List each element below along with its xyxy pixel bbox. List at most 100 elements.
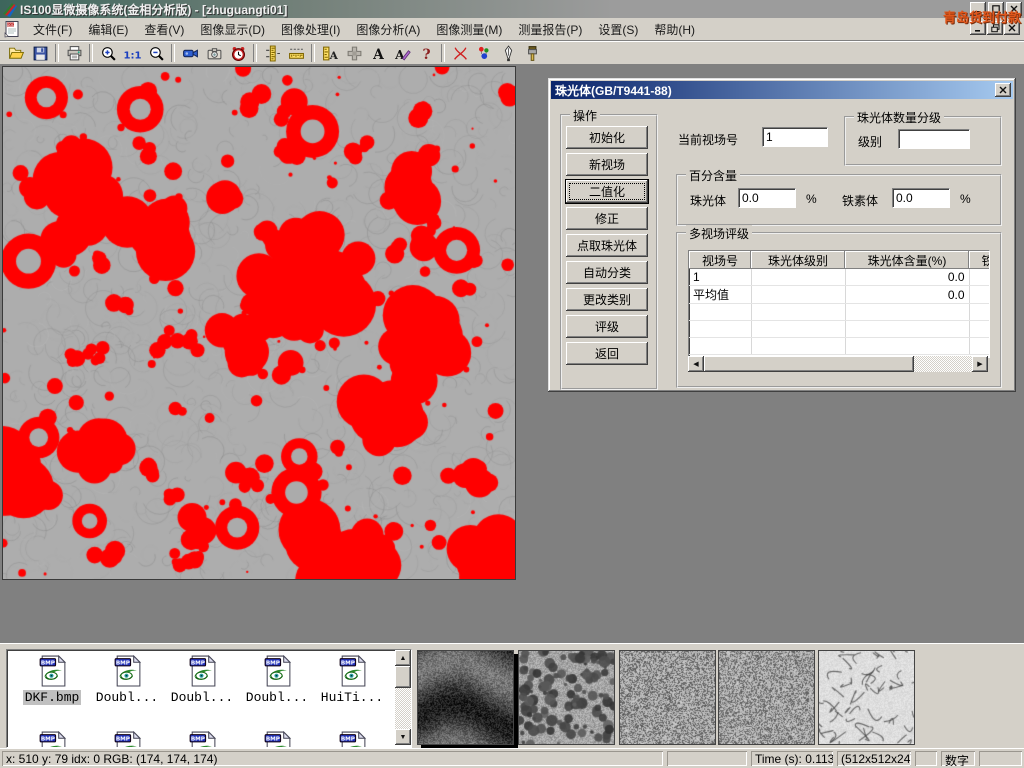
percent-group: 百分含量 珠光体 0.0 % 铁素体 0.0 % bbox=[676, 174, 1002, 226]
open-folder-button[interactable] bbox=[4, 42, 28, 64]
file-item-partial[interactable]: BMP bbox=[315, 730, 389, 748]
ferrite-percent-input[interactable]: 0.0 bbox=[892, 188, 950, 208]
file-item[interactable]: BMPDKF.bmp bbox=[15, 654, 89, 705]
scrollbar-track[interactable] bbox=[914, 356, 972, 372]
grid-cross-icon bbox=[346, 45, 363, 62]
rate-button[interactable]: 评级 bbox=[566, 315, 648, 338]
curve-cut-button[interactable] bbox=[448, 42, 472, 64]
svg-text:BMP: BMP bbox=[265, 736, 279, 742]
table-header[interactable]: 铁素体含量(%) bbox=[969, 251, 990, 269]
menu-item-measure-report[interactable]: 测量报告(P) bbox=[510, 19, 590, 40]
zoom-in-button[interactable] bbox=[96, 42, 120, 64]
photo-camera-button[interactable] bbox=[202, 42, 226, 64]
video-camera-button[interactable] bbox=[178, 42, 202, 64]
menu-item-settings[interactable]: 设置(S) bbox=[590, 19, 646, 40]
brush-tool-button[interactable] bbox=[520, 42, 544, 64]
file-list-vscrollbar[interactable]: ▲ ▼ bbox=[395, 650, 411, 745]
table-row[interactable]: 10.0 bbox=[689, 269, 990, 286]
pick-pearlite-button[interactable]: 点取珠光体 bbox=[566, 234, 648, 257]
menu-item-view[interactable]: 查看(V) bbox=[136, 19, 192, 40]
vertical-caliper-button[interactable] bbox=[260, 42, 284, 64]
thumbnail-2[interactable] bbox=[518, 650, 615, 745]
measure-text-button[interactable]: A bbox=[318, 42, 342, 64]
auto-classify-button[interactable]: 自动分类 bbox=[566, 261, 648, 284]
file-name[interactable]: Doubl... bbox=[169, 690, 235, 705]
file-item-partial[interactable]: BMP bbox=[165, 730, 239, 748]
table-hscrollbar[interactable]: ◀ ▶ bbox=[688, 356, 988, 372]
file-item[interactable]: BMPHuiTi... bbox=[315, 654, 389, 705]
status-mode: 数字 bbox=[941, 751, 975, 766]
pearlite-percent-input[interactable]: 0.0 bbox=[738, 188, 796, 208]
bmp-file-icon: BMP bbox=[261, 730, 294, 748]
initialize-button[interactable]: 初始化 bbox=[566, 126, 648, 149]
table-header[interactable]: 珠光体含量(%) bbox=[845, 251, 969, 269]
multiview-group: 多视场评级 视场号珠光体级别珠光体含量(%)铁素体含量(%)10.0平均值0.0… bbox=[676, 232, 1002, 388]
multiview-table[interactable]: 视场号珠光体级别珠光体含量(%)铁素体含量(%)10.0平均值0.0 bbox=[688, 250, 990, 358]
svg-text:BMP: BMP bbox=[265, 660, 279, 666]
table-header[interactable]: 视场号 bbox=[689, 251, 751, 269]
color-dots-button[interactable] bbox=[472, 42, 496, 64]
operations-group-label: 操作 bbox=[570, 107, 600, 124]
scroll-left-button[interactable]: ◀ bbox=[688, 356, 704, 372]
menu-item-help[interactable]: 帮助(H) bbox=[646, 19, 703, 40]
menu-item-file[interactable]: 文件(F) bbox=[25, 19, 80, 40]
metallographic-image-binarized[interactable] bbox=[2, 66, 516, 580]
bottom-panel: ▲ ▼ BMPDKF.bmpBMPDoubl...BMPDoubl...BMPD… bbox=[0, 643, 1024, 749]
title-bar: IS100显微摄像系统(金相分析版) - [zhuguangti01] bbox=[0, 0, 1024, 18]
file-name[interactable]: Doubl... bbox=[244, 690, 310, 705]
menu-item-image-analysis[interactable]: 图像分析(A) bbox=[348, 19, 428, 40]
scroll-right-button[interactable]: ▶ bbox=[972, 356, 988, 372]
file-name[interactable]: DKF.bmp bbox=[23, 690, 82, 705]
file-item[interactable]: BMP Doubl... bbox=[90, 654, 164, 705]
scrollbar-thumb[interactable] bbox=[395, 666, 411, 688]
bmp-file-icon: BMP bbox=[186, 654, 219, 687]
file-item[interactable]: BMP Doubl... bbox=[240, 654, 314, 705]
table-row[interactable]: 平均值0.0 bbox=[689, 286, 990, 304]
file-item[interactable]: BMP Doubl... bbox=[165, 654, 239, 705]
file-name[interactable]: HuiTi... bbox=[319, 690, 385, 705]
help-button[interactable]: ? bbox=[414, 42, 438, 64]
dialog-close-button[interactable] bbox=[995, 83, 1011, 97]
correct-button[interactable]: 修正 bbox=[566, 207, 648, 230]
save-button[interactable] bbox=[28, 42, 52, 64]
scroll-up-button[interactable]: ▲ bbox=[395, 650, 411, 666]
scrollbar-thumb[interactable] bbox=[704, 356, 914, 372]
file-name[interactable]: Doubl... bbox=[94, 690, 160, 705]
thumbnail-4[interactable] bbox=[718, 650, 815, 745]
menu-item-image-display[interactable]: 图像显示(D) bbox=[192, 19, 273, 40]
change-class-button[interactable]: 更改类别 bbox=[566, 288, 648, 311]
actual-size-button[interactable]: 1:1 bbox=[120, 42, 144, 64]
thumbnail-1[interactable] bbox=[417, 650, 514, 745]
thumbnail-5[interactable] bbox=[818, 650, 915, 745]
grid-cross-button[interactable] bbox=[342, 42, 366, 64]
svg-text:1:1: 1:1 bbox=[124, 50, 141, 61]
scroll-down-button[interactable]: ▼ bbox=[395, 729, 411, 745]
file-item-partial[interactable]: BMP bbox=[15, 730, 89, 748]
table-row[interactable] bbox=[689, 304, 990, 321]
print-button[interactable] bbox=[62, 42, 86, 64]
return-button[interactable]: 返回 bbox=[566, 342, 648, 365]
dialog-title-bar[interactable]: 珠光体(GB/T9441-88) bbox=[551, 81, 1013, 99]
table-header[interactable]: 珠光体级别 bbox=[751, 251, 845, 269]
annotate-text-button[interactable]: A bbox=[390, 42, 414, 64]
table-row[interactable] bbox=[689, 338, 990, 355]
zoom-out-button[interactable] bbox=[144, 42, 168, 64]
grade-input[interactable] bbox=[898, 129, 970, 149]
thumbnail-3[interactable] bbox=[619, 650, 716, 745]
menu-item-image-process[interactable]: 图像处理(I) bbox=[273, 19, 348, 40]
svg-text:BMP: BMP bbox=[40, 736, 54, 742]
menu-item-image-measure[interactable]: 图像测量(M) bbox=[428, 19, 510, 40]
binarize-button[interactable]: 二值化 bbox=[566, 180, 648, 203]
new-field-button[interactable]: 新视场 bbox=[566, 153, 648, 176]
table-row[interactable] bbox=[689, 321, 990, 338]
timer-clock-button[interactable] bbox=[226, 42, 250, 64]
file-item-partial[interactable]: BMP bbox=[240, 730, 314, 748]
scrollbar-track[interactable] bbox=[395, 688, 411, 729]
pen-tool-button[interactable] bbox=[496, 42, 520, 64]
current-view-input[interactable]: 1 bbox=[762, 127, 828, 147]
menu-item-edit[interactable]: 编辑(E) bbox=[80, 19, 136, 40]
text-label-button[interactable]: A bbox=[366, 42, 390, 64]
file-item-partial[interactable]: BMP bbox=[90, 730, 164, 748]
bmp-file-icon: BMP bbox=[111, 654, 144, 687]
horizontal-ruler-button[interactable] bbox=[284, 42, 308, 64]
